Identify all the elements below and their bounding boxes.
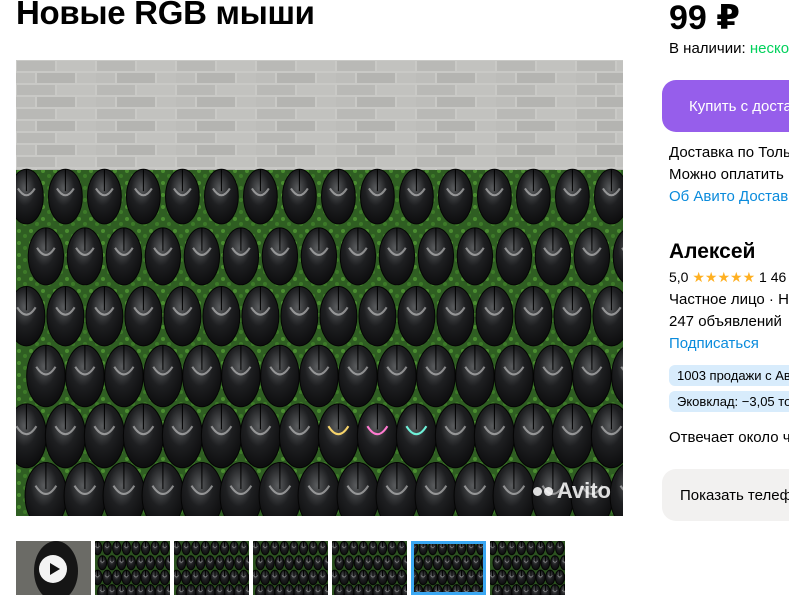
thumbnail-video[interactable] — [16, 541, 91, 595]
subscribe-link[interactable]: Подписаться — [669, 335, 759, 352]
eco-contribution-badge[interactable]: Эковклад: −3,05 то — [669, 391, 789, 412]
price: 99 ₽ — [669, 0, 740, 37]
watermark-text: Avito — [556, 478, 611, 503]
seller-rating[interactable]: 5,0 ★★★★★ 1 46 — [669, 269, 786, 286]
buy-with-delivery-button[interactable]: Купить с доста — [662, 80, 789, 132]
seller-type: Частное лицо · Н — [669, 291, 789, 308]
sales-badge[interactable]: 1003 продажи с Ав — [669, 365, 789, 386]
thumbnail-strip — [16, 541, 565, 595]
stock-label: В наличии: — [669, 40, 746, 57]
payment-info: Можно оплатить — [669, 166, 784, 183]
seller-ads-count[interactable]: 247 объявлений — [669, 313, 782, 330]
reviews-count: 1 46 — [759, 269, 787, 285]
thumbnail-photo[interactable] — [95, 541, 170, 595]
thumbnail-photo[interactable] — [332, 541, 407, 595]
thumbnail-photo[interactable] — [490, 541, 565, 595]
delivery-info: Доставка по Толь — [669, 144, 789, 161]
listing-title: Новые RGB мыши — [16, 0, 315, 31]
avito-logo-icon — [532, 486, 553, 496]
avito-watermark: Avito — [532, 478, 611, 504]
thumbnail-photo[interactable] — [174, 541, 249, 595]
thumbnail-photo[interactable] — [253, 541, 328, 595]
listing-page: Новые RGB мыши Avito 99 ₽ В наличии: нес… — [0, 0, 789, 606]
response-time: Отвечает около ч — [669, 429, 789, 446]
thumbnail-photo[interactable] — [411, 541, 486, 595]
play-icon — [39, 555, 67, 583]
main-photo[interactable]: Avito — [16, 60, 623, 516]
seller-name[interactable]: Алексей — [669, 240, 755, 264]
rating-stars-icon: ★★★★★ — [692, 269, 756, 285]
stock-value: неско — [749, 40, 789, 57]
stock-status: В наличии: неско — [669, 40, 789, 57]
avito-delivery-link[interactable]: Об Авито Достав — [669, 188, 788, 205]
show-phone-button[interactable]: Показать телеф — [662, 469, 789, 521]
rating-value: 5,0 — [669, 269, 689, 285]
